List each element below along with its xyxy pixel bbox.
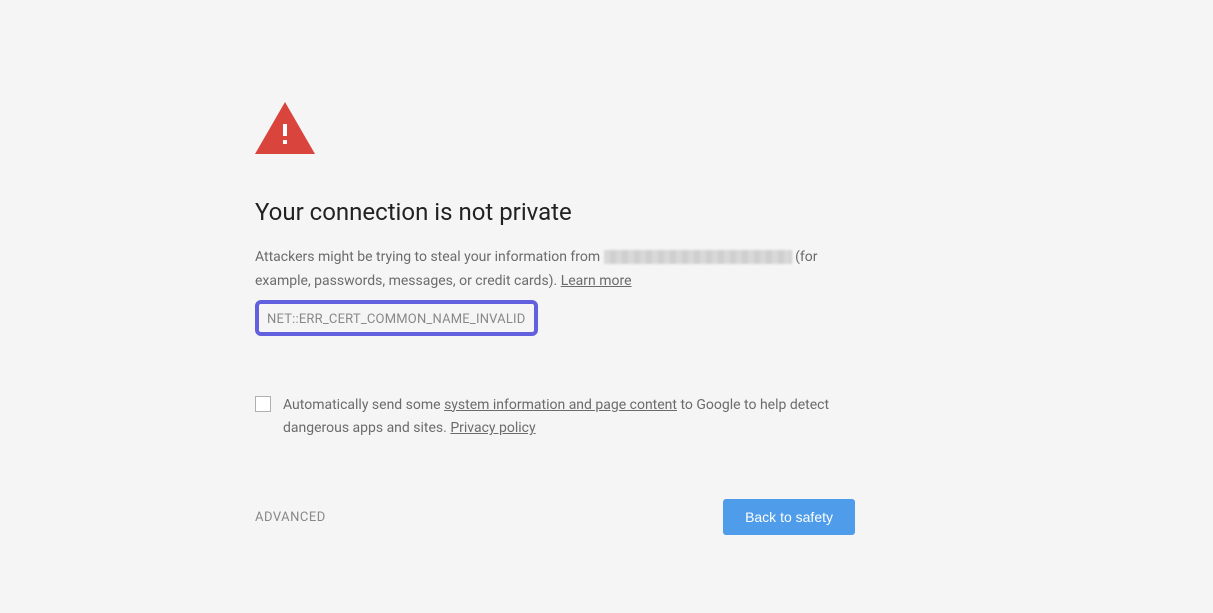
system-info-link[interactable]: system information and page content <box>444 397 677 413</box>
advanced-button[interactable]: ADVANCED <box>255 510 326 525</box>
action-row: ADVANCED Back to safety <box>255 499 855 535</box>
opt-in-checkbox[interactable] <box>255 396 271 412</box>
ssl-warning-interstitial: Your connection is not private Attackers… <box>255 0 855 535</box>
reporting-opt-in: Automatically send some system informati… <box>255 394 855 442</box>
privacy-policy-link[interactable]: Privacy policy <box>450 420 535 436</box>
redacted-hostname <box>604 250 792 264</box>
opt-in-text: Automatically send some system informati… <box>283 394 855 442</box>
page-heading: Your connection is not private <box>255 198 855 226</box>
error-code: NET::ERR_CERT_COMMON_NAME_INVALID <box>267 312 526 327</box>
warning-body: Attackers might be trying to steal your … <box>255 246 855 294</box>
opt-in-prefix: Automatically send some <box>283 397 444 413</box>
warning-icon-wrap <box>255 102 855 158</box>
back-to-safety-button[interactable]: Back to safety <box>723 499 855 535</box>
learn-more-link[interactable]: Learn more <box>561 273 632 289</box>
warning-triangle-icon <box>255 102 315 154</box>
error-code-highlight: NET::ERR_CERT_COMMON_NAME_INVALID <box>255 300 538 336</box>
body-prefix: Attackers might be trying to steal your … <box>255 249 604 265</box>
